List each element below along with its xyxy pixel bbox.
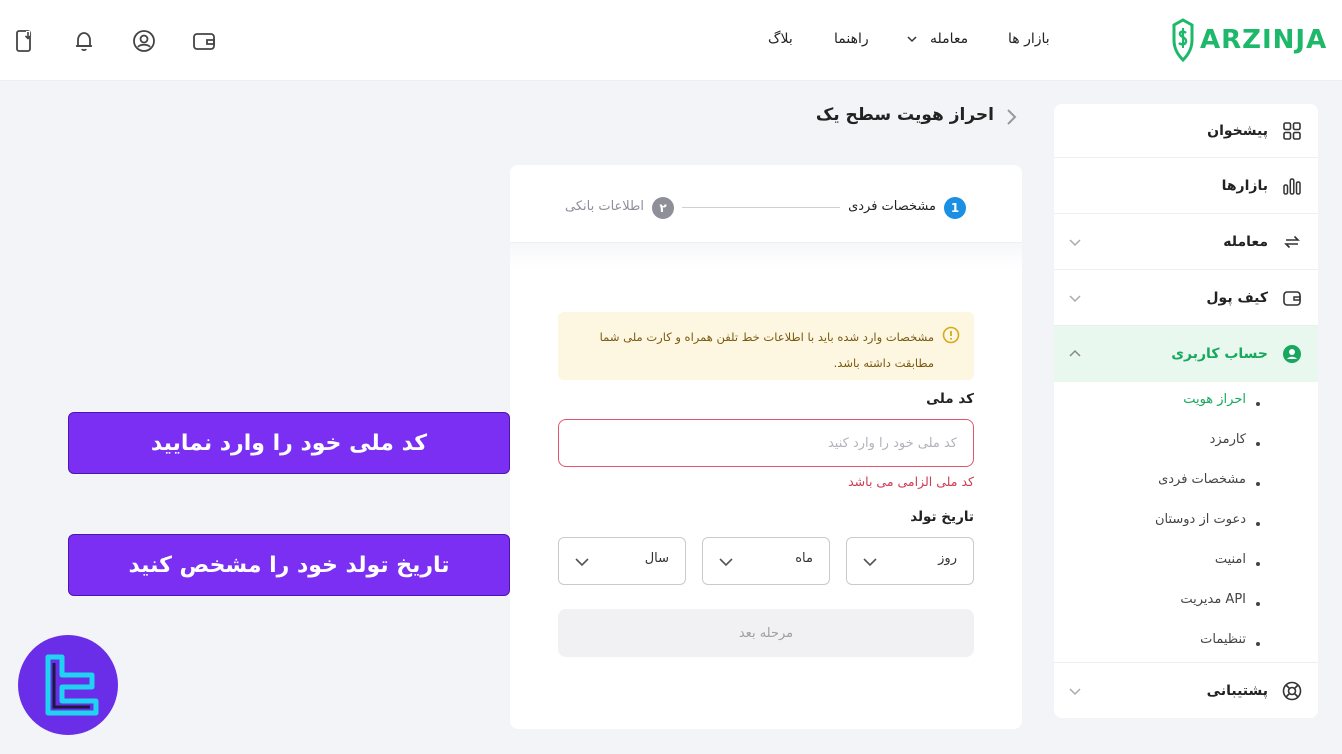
next-step-button[interactable]: مرحله بعد [558,609,974,657]
bell-icon[interactable] [72,29,96,53]
sidebar-item-markets[interactable]: بازارها [1054,158,1318,214]
bullet-icon [1256,442,1260,446]
warning-icon [942,326,960,344]
national-code-error: کد ملی الزامی می باشد [848,474,974,489]
nav-guide[interactable]: راهنما [834,31,869,47]
support-icon [1282,681,1302,700]
bullet-icon [1256,642,1260,646]
warning-alert: مشخصات وارد شده باید با اطلاعات خط تلفن … [558,312,974,380]
callout-national-code: کد ملی خود را وارد نمایید [68,412,510,474]
nav-trade[interactable]: معامله [930,31,968,47]
nav-markets[interactable]: بازار ها [1008,31,1050,47]
bullet-icon [1256,522,1260,526]
sidebar-item-label: پشتیبانی [1206,682,1268,699]
chevron-down-icon[interactable] [1068,291,1082,305]
shield-icon [1172,18,1194,62]
brand-name: ARZINJA [1200,25,1328,55]
page-title: احراز هویت سطح یک [815,105,994,125]
sidebar-item-label: کیف پول [1206,289,1268,306]
alert-text: مشخصات وارد شده باید با اطلاعات خط تلفن … [599,330,934,370]
national-code-input[interactable] [558,419,974,467]
birth-date-label: تاریخ تولد [910,509,974,525]
user-icon[interactable] [132,29,156,53]
national-code-label: کد ملی [926,391,974,407]
select-value: ماه [795,551,813,566]
markets-icon [1283,177,1301,195]
submenu-item-settings[interactable]: تنظیمات [1200,632,1246,647]
bullet-icon [1256,602,1260,606]
sidebar-item-trade[interactable]: معامله [1054,214,1318,270]
wallet-icon [1283,290,1301,306]
trade-icon [1284,235,1300,248]
divider [510,243,1022,269]
kyc-form-card: 1 مشخصات فردی ۲ اطلاعات بانکی مشخصات وار… [510,165,1022,729]
wallet-icon[interactable] [192,29,216,53]
sidebar-item-wallet[interactable]: کیف پول [1054,270,1318,326]
birth-year-select[interactable]: سال [558,537,686,585]
submenu-item-profile[interactable]: مشخصات فردی [1158,472,1246,487]
sidebar-item-account[interactable]: حساب کاربری [1054,326,1318,382]
chevron-down-icon[interactable] [1068,235,1082,249]
bullet-icon [1256,482,1260,486]
sidebar-item-support[interactable]: پشتیبانی [1054,662,1318,718]
step-2-badge: ۲ [652,197,674,219]
step-1-label: مشخصات فردی [848,199,936,214]
sidebar-item-label: حساب کاربری [1171,346,1268,362]
stepper: 1 مشخصات فردی ۲ اطلاعات بانکی [510,165,1022,243]
birth-day-select[interactable]: روز [846,537,974,585]
select-value: سال [644,551,669,566]
step-2-label: اطلاعات بانکی [564,199,644,214]
watermark-logo-icon [45,654,99,716]
brand-logo[interactable]: ARZINJA [1172,18,1327,62]
submenu-item-api[interactable]: مدیریت API [1180,592,1246,607]
chevron-down-icon [863,558,877,567]
sidebar-item-label: بازارها [1221,177,1268,194]
submenu-item-invite[interactable]: دعوت از دوستان [1155,512,1246,527]
sidebar-item-label: پیشخوان [1207,122,1268,139]
bullet-icon [1256,402,1260,406]
submenu-item-fees[interactable]: کارمزد [1210,432,1246,447]
sidebar: پیشخوان بازارها معامله کیف پول حساب کارب… [1054,104,1318,718]
dashboard-icon [1283,121,1301,140]
step-connector [682,207,840,208]
chevron-up-icon[interactable] [1068,347,1082,361]
submenu-item-security[interactable]: امنیت [1215,552,1246,567]
watermark-logo [18,635,118,735]
bullet-icon [1256,562,1260,566]
birth-month-select[interactable]: ماه [702,537,830,585]
chevron-down-icon[interactable] [906,33,918,45]
callout-birth-date: تاریخ تولد خود را مشخص کنید [68,534,510,596]
chevron-down-icon [575,558,589,567]
top-header: ARZINJA بازار ها معامله راهنما بلاگ [0,0,1342,81]
download-app-icon[interactable] [12,29,36,53]
chevron-down-icon[interactable] [1068,684,1082,698]
sidebar-item-dashboard[interactable]: پیشخوان [1054,104,1318,158]
step-1-badge: 1 [944,197,966,219]
sidebar-item-label: معامله [1223,233,1268,250]
nav-blog[interactable]: بلاگ [768,31,793,47]
select-value: روز [938,551,957,566]
chevron-down-icon [719,558,733,567]
submenu-item-kyc[interactable]: احراز هویت [1183,392,1246,407]
chevron-right-icon[interactable] [1002,108,1020,126]
account-icon [1283,345,1301,363]
